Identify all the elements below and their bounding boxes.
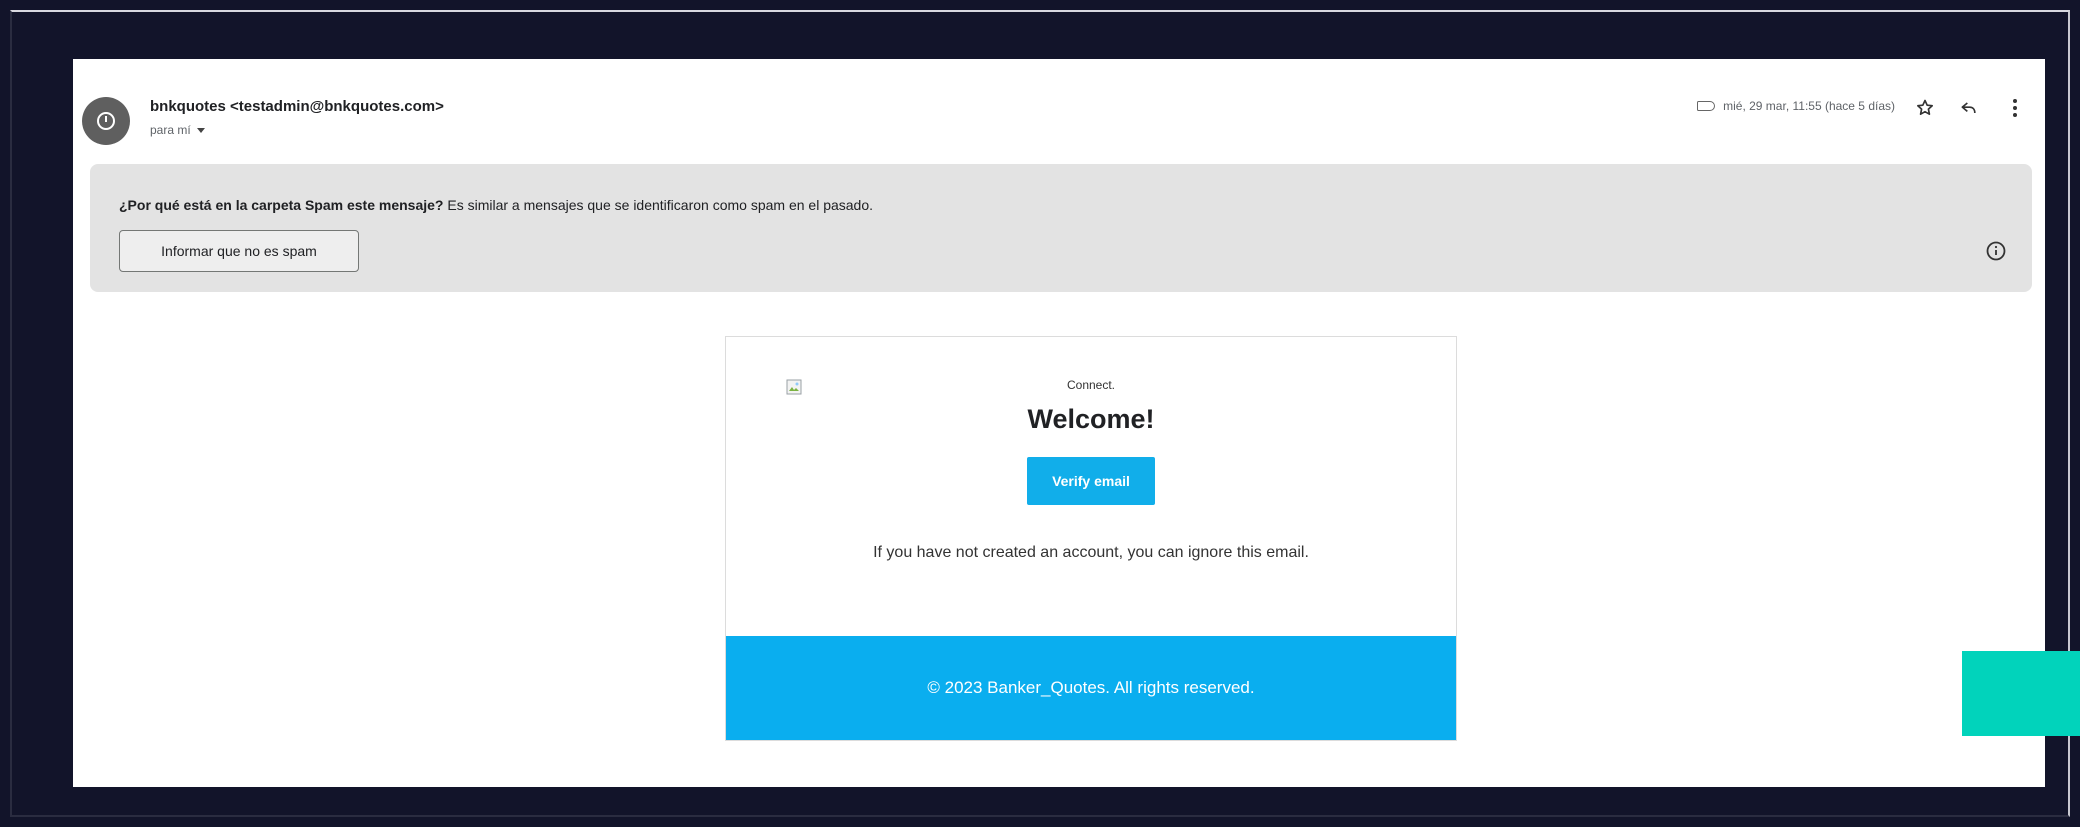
message-meta: mié, 29 mar, 11:55 (hace 5 días) <box>1697 99 1895 113</box>
logo-alt-text: Connect. <box>1066 378 1116 392</box>
email-body: Connect. Welcome! Verify email If you ha… <box>725 336 1457 741</box>
info-icon[interactable] <box>1985 240 2007 262</box>
star-icon[interactable] <box>1912 95 1938 121</box>
sender-avatar[interactable] <box>82 97 130 145</box>
default-avatar-icon <box>97 112 115 130</box>
verify-email-button[interactable]: Verify email <box>1027 457 1155 505</box>
ignore-notice: If you have not created an account, you … <box>873 544 1309 561</box>
recipient-label: para mí <box>150 123 191 137</box>
not-spam-button[interactable]: Informar que no es spam <box>119 230 359 272</box>
sender-name[interactable]: bnkquotes <testadmin@bnkquotes.com> <box>150 98 444 115</box>
decorative-accent-block <box>1962 651 2080 736</box>
spam-explanation: ¿Por qué está en la carpeta Spam este me… <box>119 197 873 213</box>
email-footer: © 2023 Banker_Quotes. All rights reserve… <box>726 636 1456 740</box>
copyright-text: © 2023 Banker_Quotes. All rights reserve… <box>927 678 1255 697</box>
more-options-icon[interactable] <box>2002 95 2028 121</box>
welcome-heading: Welcome! <box>1027 404 1155 434</box>
message-date: mié, 29 mar, 11:55 (hace 5 días) <box>1723 99 1895 113</box>
chevron-down-icon <box>196 128 205 133</box>
spam-question: ¿Por qué está en la carpeta Spam este me… <box>119 197 444 213</box>
label-icon[interactable] <box>1697 101 1716 111</box>
recipient-toggle[interactable]: para mí <box>150 123 205 137</box>
spam-warning-banner: ¿Por qué está en la carpeta Spam este me… <box>90 164 2032 292</box>
reply-icon[interactable] <box>1956 95 1982 121</box>
spam-reason: Es similar a mensajes que se identificar… <box>443 197 874 213</box>
email-view: bnkquotes <testadmin@bnkquotes.com> para… <box>73 59 2045 787</box>
